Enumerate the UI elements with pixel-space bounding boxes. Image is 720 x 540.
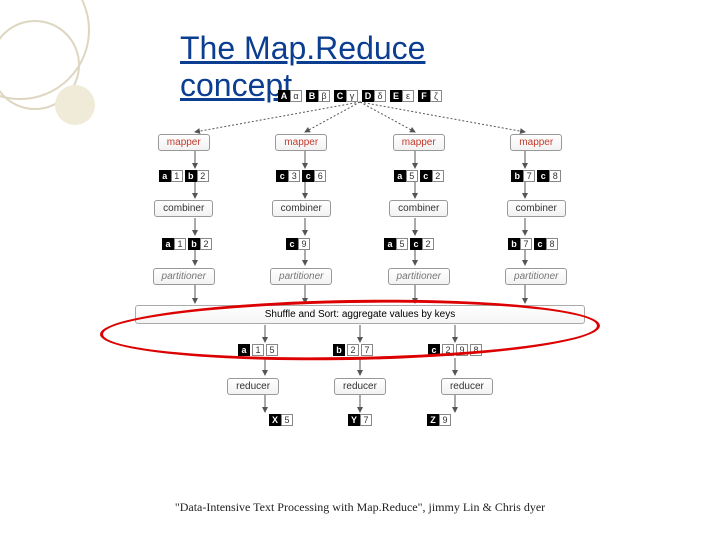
kv-pair: c3 bbox=[276, 170, 300, 182]
kv-pair: b2 bbox=[188, 238, 212, 250]
combiner-node: combiner bbox=[389, 200, 448, 217]
decorative-circle bbox=[55, 85, 95, 125]
kv-group: c3c6 bbox=[276, 170, 326, 182]
combiner-row: combiner combiner combiner combiner bbox=[125, 200, 595, 217]
kv-pair: c2 bbox=[420, 170, 444, 182]
combiner-node: combiner bbox=[272, 200, 331, 217]
slide: The Map.Reduce concept bbox=[0, 0, 720, 540]
kv-pair: a1 bbox=[162, 238, 186, 250]
kv-pair: Aα bbox=[278, 90, 302, 102]
kv-group: b7c8 bbox=[508, 238, 558, 250]
partitioner-row: partitioner partitioner partitioner partiti… bbox=[125, 268, 595, 285]
kv-group: a5c2 bbox=[384, 238, 434, 250]
reducer-row: reducer reducer reducer bbox=[125, 378, 595, 395]
kv-pair: Eε bbox=[390, 90, 414, 102]
kv-pair: b7 bbox=[508, 238, 532, 250]
partitioner-node: partitioner bbox=[153, 268, 215, 285]
mapper-node: mapper bbox=[275, 134, 327, 151]
reducer-output-row: X5 Y7 Z9 bbox=[125, 414, 595, 426]
kv-group: a1b2 bbox=[159, 170, 209, 182]
kv-pair: Cγ bbox=[334, 90, 358, 102]
mapper-node: mapper bbox=[510, 134, 562, 151]
kv-pair: Y7 bbox=[348, 414, 372, 426]
combiner-node: combiner bbox=[507, 200, 566, 217]
partitioner-node: partitioner bbox=[505, 268, 567, 285]
kv-pair: Z9 bbox=[427, 414, 451, 426]
kv-pair: Dδ bbox=[362, 90, 386, 102]
kv-pair: b7 bbox=[511, 170, 535, 182]
combiner-node: combiner bbox=[154, 200, 213, 217]
mapper-output-row: a1b2 c3c6 a5c2 b7c8 bbox=[125, 170, 595, 182]
mapreduce-diagram: Aα Bβ Cγ Dδ Eε Fζ mapper mapper mapper mapper a1… bbox=[125, 90, 595, 470]
mapper-node: mapper bbox=[158, 134, 210, 151]
reducer-node: reducer bbox=[441, 378, 493, 395]
kv-pair: Bβ bbox=[306, 90, 330, 102]
kv-pair: Z9 bbox=[427, 414, 451, 426]
kv-pair: c8 bbox=[534, 238, 558, 250]
kv-pair: Y7 bbox=[348, 414, 372, 426]
kv-group: b7c8 bbox=[511, 170, 561, 182]
partitioner-node: partitioner bbox=[270, 268, 332, 285]
kv-pair: a5 bbox=[394, 170, 418, 182]
kv-pair: c9 bbox=[286, 238, 310, 250]
kv-pair: c2 bbox=[410, 238, 434, 250]
partitioner-node: partitioner bbox=[388, 268, 450, 285]
kv-group: a1b2 bbox=[162, 238, 212, 250]
mapper-node: mapper bbox=[393, 134, 445, 151]
kv-pair: a1 bbox=[159, 170, 183, 182]
kv-group: c9 bbox=[286, 238, 310, 250]
reducer-node: reducer bbox=[334, 378, 386, 395]
mapper-row: mapper mapper mapper mapper bbox=[125, 134, 595, 151]
kv-group: a5c2 bbox=[394, 170, 444, 182]
combiner-output-row: a1b2 c9 a5c2 b7c8 bbox=[125, 238, 595, 250]
kv-pair: Fζ bbox=[418, 90, 442, 102]
input-row: Aα Bβ Cγ Dδ Eε Fζ bbox=[125, 90, 595, 102]
kv-pair: a5 bbox=[384, 238, 408, 250]
reducer-node: reducer bbox=[227, 378, 279, 395]
kv-pair: c8 bbox=[537, 170, 561, 182]
kv-pair: X5 bbox=[269, 414, 293, 426]
kv-pair: X5 bbox=[269, 414, 293, 426]
kv-pair: b2 bbox=[185, 170, 209, 182]
citation-text: "Data-Intensive Text Processing with Map… bbox=[175, 500, 545, 515]
kv-pair: c6 bbox=[302, 170, 326, 182]
